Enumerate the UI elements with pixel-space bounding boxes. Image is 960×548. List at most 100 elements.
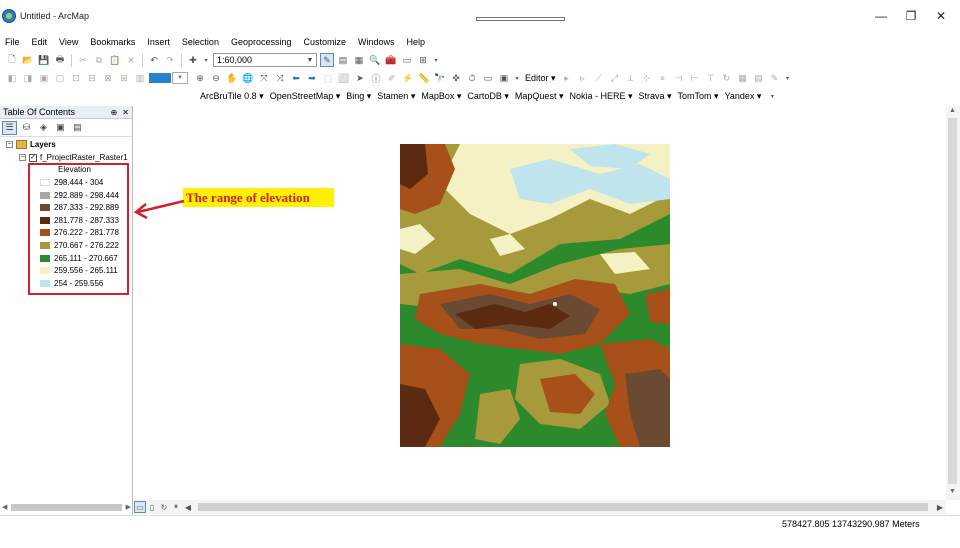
clear-selection-icon[interactable]: ⬜ (337, 71, 351, 85)
open-folder-icon[interactable]: 📂 (21, 53, 35, 67)
layer-name[interactable]: f_ProjectRaster_Raster1 (40, 153, 128, 162)
paste-icon[interactable]: 📋 (108, 53, 122, 67)
data-view-icon[interactable]: ▭ (134, 501, 146, 513)
menu-file[interactable]: File (4, 37, 21, 47)
identify-icon[interactable]: ⓘ (369, 71, 383, 85)
html-popup-icon[interactable]: ✐ (385, 71, 399, 85)
zoom-out-icon[interactable]: ⊖ (209, 71, 223, 85)
time-slider-icon[interactable]: ⏱ (465, 71, 479, 85)
fixed-zoom-out-icon[interactable]: ⤨ (273, 71, 287, 85)
add-data-icon[interactable]: ✚ (186, 53, 200, 67)
toolbar-options-icon[interactable]: ▾ (784, 71, 792, 85)
pan-icon[interactable]: ✋ (225, 71, 239, 85)
edit-tool-icon[interactable]: ▸ (560, 71, 574, 85)
pause-drawing-icon[interactable]: ⏸ (170, 501, 182, 513)
layout-view-icon[interactable]: ▯ (146, 501, 158, 513)
layer-visibility-checkbox[interactable]: ✓ (29, 153, 37, 162)
toc-horizontal-scrollbar[interactable]: ◀ ▶ (0, 501, 133, 513)
viewer-window-icon[interactable]: ▭ (481, 71, 495, 85)
drawing-tool-icon[interactable]: ◨ (21, 71, 35, 85)
list-by-source-icon[interactable]: ⛁ (19, 121, 34, 135)
toolbar-options-icon[interactable]: ▾ (432, 53, 440, 67)
tiles-openstreetmap-menu[interactable]: OpenStreetMap ▾ (270, 91, 341, 102)
scroll-right-icon[interactable]: ▶ (126, 503, 131, 511)
point-icon[interactable]: ⊹ (640, 71, 654, 85)
title-drag-handle[interactable] (476, 17, 565, 21)
tiles-nokia-here-menu[interactable]: Nokia - HERE ▾ (569, 91, 632, 102)
close-icon[interactable]: ✕ (122, 108, 129, 117)
refresh-icon[interactable]: ↻ (158, 501, 170, 513)
search-window-icon[interactable]: 🔍 (368, 53, 382, 67)
list-by-visibility-icon[interactable]: ◈ (36, 121, 51, 135)
map-scale-combobox[interactable]: 1:60,000 ▼ (213, 53, 317, 67)
drawing-tool-icon[interactable]: ⊞ (117, 71, 131, 85)
menu-selection[interactable]: Selection (181, 37, 220, 47)
tiles-bing-menu[interactable]: Bing ▾ (346, 91, 371, 102)
drawing-tool-icon[interactable]: ⊠ (101, 71, 115, 85)
drawing-tool-icon[interactable]: ▢ (53, 71, 67, 85)
menu-customize[interactable]: Customize (303, 37, 348, 47)
map-vertical-scrollbar[interactable]: ▲ ▼ (946, 106, 960, 500)
cut-icon[interactable]: ✂ (76, 53, 90, 67)
select-elements-icon[interactable]: ➤ (353, 71, 367, 85)
minimize-button[interactable]: — (866, 8, 896, 24)
tiles-yandex-menu[interactable]: Yandex ▾ (725, 91, 762, 102)
drawing-tool-icon[interactable]: ▣ (37, 71, 51, 85)
layers-frame-row[interactable]: − Layers (6, 140, 56, 149)
go-to-xy-icon[interactable]: ✜ (449, 71, 463, 85)
scrollbar-thumb[interactable] (948, 118, 957, 484)
menu-edit[interactable]: Edit (31, 37, 49, 47)
reshape-icon[interactable]: ⊣ (672, 71, 686, 85)
model-builder-icon[interactable]: ⊞ (416, 53, 430, 67)
scroll-left-icon[interactable]: ◀ (182, 501, 194, 513)
raster-layer-row[interactable]: − ✓ f_ProjectRaster_Raster1 (19, 153, 128, 162)
chevron-down-icon[interactable]: ▼ (304, 54, 316, 66)
python-window-icon[interactable]: ▭ (400, 53, 414, 67)
scrollbar-thumb[interactable] (198, 503, 928, 511)
tiles-mapbox-menu[interactable]: MapBox ▾ (421, 91, 461, 102)
toolbar-options-icon[interactable]: ▾ (768, 89, 776, 103)
editor-menu-button[interactable]: Editor ▾ (525, 73, 556, 84)
scroll-down-icon[interactable]: ▼ (949, 488, 956, 495)
edit-annotation-icon[interactable]: ▹ (576, 71, 590, 85)
full-extent-icon[interactable]: 🌐 (241, 71, 255, 85)
forward-extent-icon[interactable]: ➡ (305, 71, 319, 85)
menu-view[interactable]: View (58, 37, 79, 47)
hyperlink-icon[interactable]: ⚡ (401, 71, 415, 85)
split-icon[interactable]: ⊤ (704, 71, 718, 85)
menu-windows[interactable]: Windows (357, 37, 396, 47)
tiles-tomtom-menu[interactable]: TomTom ▾ (678, 91, 719, 102)
fixed-zoom-in-icon[interactable]: ⤧ (257, 71, 271, 85)
toolbar-options-icon[interactable]: ▾ (513, 71, 521, 85)
find-icon[interactable]: 🔭 (433, 71, 447, 85)
tiles-mapquest-menu[interactable]: MapQuest ▾ (515, 91, 564, 102)
zoom-in-icon[interactable]: ⊕ (193, 71, 207, 85)
fill-color-swatch[interactable] (149, 73, 171, 83)
menu-insert[interactable]: Insert (146, 37, 171, 47)
back-extent-icon[interactable]: ⬅ (289, 71, 303, 85)
edit-vertices-icon[interactable]: ⋄ (656, 71, 670, 85)
endpoint-arc-icon[interactable]: ⤢ (608, 71, 622, 85)
options-icon[interactable]: ▤ (70, 121, 85, 135)
maximize-button[interactable]: ❐ (896, 8, 926, 24)
measure-icon[interactable]: 📏 (417, 71, 431, 85)
menu-bookmarks[interactable]: Bookmarks (89, 37, 136, 47)
copy-icon[interactable]: ⧉ (92, 53, 106, 67)
scroll-left-icon[interactable]: ◀ (2, 503, 7, 511)
trace-icon[interactable]: ⟂ (624, 71, 638, 85)
redo-icon[interactable]: ↷ (163, 53, 177, 67)
sketch-properties-icon[interactable]: ▤ (752, 71, 766, 85)
editor-toolbar-toggle-icon[interactable]: ✎ (320, 53, 334, 67)
scrollbar-thumb[interactable] (11, 503, 122, 511)
pin-icon[interactable]: ⊕ (111, 108, 118, 117)
drawing-tool-icon[interactable]: ▥ (133, 71, 147, 85)
create-features-icon[interactable]: ✎ (768, 71, 782, 85)
print-icon[interactable]: 🖶 (53, 53, 67, 67)
collapse-icon[interactable]: − (6, 141, 13, 148)
close-button[interactable]: ✕ (926, 8, 956, 24)
rotate-icon[interactable]: ↻ (720, 71, 734, 85)
list-by-drawing-order-icon[interactable]: ☰ (2, 120, 17, 135)
scroll-right-icon[interactable]: ▶ (934, 501, 946, 513)
tiles-stamen-menu[interactable]: Stamen ▾ (377, 91, 415, 102)
collapse-icon[interactable]: − (19, 154, 26, 161)
